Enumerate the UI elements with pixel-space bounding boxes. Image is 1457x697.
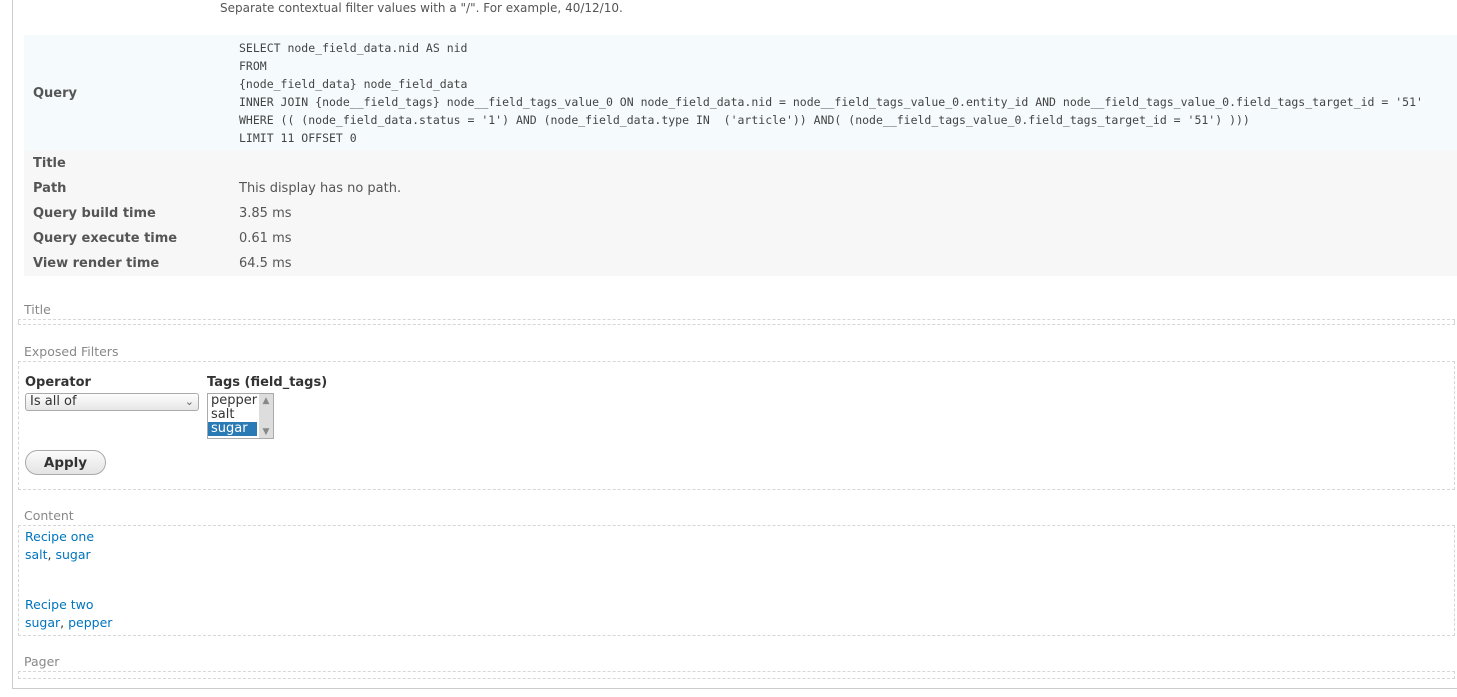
- tag-option-sugar[interactable]: sugar: [208, 422, 257, 436]
- tag-link[interactable]: pepper: [68, 615, 112, 630]
- tag-option-pepper[interactable]: pepper: [208, 394, 257, 408]
- preview-info-table: Query SELECT node_field_data.nid AS nid …: [24, 35, 1457, 276]
- row-label: View render time: [33, 256, 160, 271]
- tag-link[interactable]: sugar: [25, 615, 60, 630]
- title-row: Title: [24, 151, 1457, 176]
- tag-link[interactable]: sugar: [56, 547, 91, 562]
- query-row: Query SELECT node_field_data.nid AS nid …: [24, 35, 1457, 151]
- tag-link[interactable]: salt: [25, 547, 48, 562]
- pager-section-label: Pager: [24, 654, 60, 669]
- content-item: Recipe one salt, sugar: [25, 529, 95, 562]
- row-value: 64.5 ms: [239, 256, 292, 271]
- recipe-link[interactable]: Recipe one: [25, 529, 94, 544]
- operator-select[interactable]: Is all of ⌄: [25, 393, 199, 411]
- row-label: Query execute time: [33, 231, 178, 246]
- query-sql: SELECT node_field_data.nid AS nid FROM {…: [239, 41, 1423, 145]
- row-value: This display has no path.: [239, 181, 402, 196]
- title-section-box: [18, 319, 1455, 325]
- execute-time-row: Query execute time 0.61 ms: [24, 226, 1457, 251]
- row-value: 3.85 ms: [239, 206, 292, 221]
- content-section-label: Content: [24, 508, 74, 523]
- operator-label: Operator: [25, 375, 91, 390]
- scroll-down-icon[interactable]: ▼: [259, 425, 273, 439]
- listbox-scrollbar[interactable]: ▲ ▼: [259, 394, 273, 438]
- render-time-row: View render time 64.5 ms: [24, 251, 1457, 276]
- chevron-down-icon: ⌄: [184, 395, 194, 408]
- tags-listbox[interactable]: pepper salt sugar ▲ ▼: [207, 393, 274, 439]
- recipe-link[interactable]: Recipe two: [25, 597, 94, 612]
- row-label: Query build time: [33, 206, 156, 221]
- pager-section-box: [18, 671, 1455, 679]
- content-item: Recipe two sugar, pepper: [25, 597, 113, 630]
- row-value: 0.61 ms: [239, 231, 292, 246]
- scroll-up-icon[interactable]: ▲: [259, 394, 273, 408]
- row-label: Title: [33, 156, 66, 171]
- tags-label: Tags (field_tags): [207, 375, 328, 390]
- operator-value: Is all of: [30, 394, 77, 409]
- tag-option-salt[interactable]: salt: [208, 408, 257, 422]
- query-label: Query: [33, 85, 78, 101]
- build-time-row: Query build time 3.85 ms: [24, 201, 1457, 226]
- title-section-label: Title: [24, 302, 51, 317]
- path-row: Path This display has no path.: [24, 176, 1457, 201]
- row-value: [239, 151, 1457, 176]
- contextual-filter-hint: Separate contextual filter values with a…: [220, 1, 623, 15]
- apply-button[interactable]: Apply: [25, 450, 106, 475]
- content-section-box: [18, 525, 1455, 636]
- exposed-filters-label: Exposed Filters: [24, 344, 119, 359]
- row-label: Path: [33, 181, 67, 196]
